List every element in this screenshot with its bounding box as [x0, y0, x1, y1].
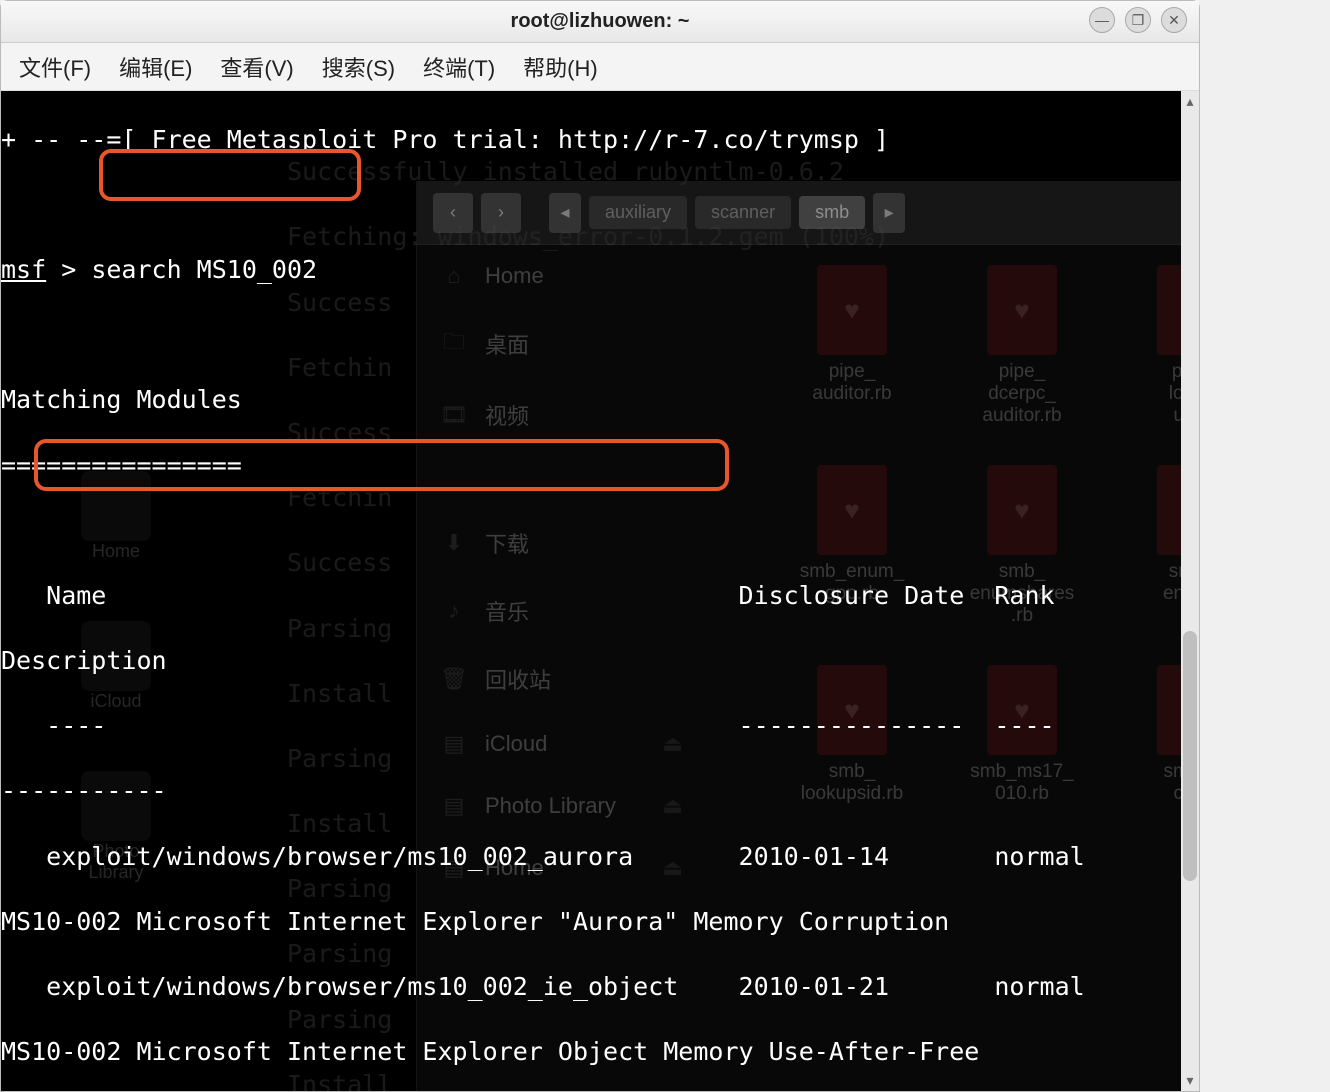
scroll-up-icon[interactable]: ▴ — [1183, 93, 1197, 110]
result-row-2: exploit/windows/browser/ms10_002_ie_obje… — [1, 972, 1130, 1001]
maximize-icon: ❐ — [1132, 12, 1145, 29]
titlebar[interactable]: root@lizhuowen: ~ — ❐ ✕ — [1, 1, 1199, 43]
hdr-name: Name Disclosure Date Rank — [1, 581, 1130, 610]
menu-help[interactable]: 帮助(H) — [523, 51, 598, 83]
menubar: 文件(F) 编辑(E) 查看(V) 搜索(S) 终端(T) 帮助(H) — [1, 43, 1199, 91]
result-row-2-desc: MS10-002 Microsoft Internet Explorer Obj… — [1, 1037, 979, 1066]
terminal-window: root@lizhuowen: ~ — ❐ ✕ 文件(F) 编辑(E) 查看(V… — [0, 0, 1200, 1092]
menu-terminal[interactable]: 终端(T) — [423, 51, 495, 83]
menu-edit[interactable]: 编辑(E) — [119, 51, 192, 83]
msf-prompt: msf — [1, 255, 46, 284]
result-row-1: exploit/windows/browser/ms10_002_aurora … — [1, 842, 1130, 871]
window-controls: — ❐ ✕ — [1089, 7, 1187, 33]
scroll-thumb[interactable] — [1183, 631, 1197, 881]
matching-modules-header: Matching Modules — [1, 385, 242, 414]
hdr-dash2: ----------- — [1, 776, 167, 805]
close-button[interactable]: ✕ — [1161, 7, 1187, 33]
vertical-scrollbar[interactable]: ▴ ▾ — [1181, 91, 1199, 1091]
terminal-area[interactable]: Successfully installed rubyntlm-0.6.2 Fe… — [1, 91, 1199, 1091]
window-title: root@lizhuowen: ~ — [511, 10, 690, 33]
maximize-button[interactable]: ❐ — [1125, 7, 1151, 33]
minimize-button[interactable]: — — [1089, 7, 1115, 33]
minimize-icon: — — [1095, 12, 1109, 28]
terminal-output[interactable]: + -- --=[ Free Metasploit Pro trial: htt… — [1, 91, 1181, 1091]
hdr-dash1: ---- --------------- ---- — [1, 711, 1130, 740]
scroll-down-icon[interactable]: ▾ — [1183, 1072, 1197, 1089]
menu-view[interactable]: 查看(V) — [220, 51, 293, 83]
close-icon: ✕ — [1168, 12, 1180, 29]
result-row-1-desc: MS10-002 Microsoft Internet Explorer "Au… — [1, 907, 949, 936]
prompt-gt: > — [46, 255, 91, 284]
menu-search[interactable]: 搜索(S) — [322, 51, 395, 83]
trial-line: + -- --=[ Free Metasploit Pro trial: htt… — [1, 124, 1181, 157]
menu-file[interactable]: 文件(F) — [19, 51, 91, 83]
hdr-description: Description — [1, 646, 167, 675]
cmd-search: search MS10_002 — [91, 255, 317, 284]
matching-modules-underline: ================ — [1, 451, 242, 480]
